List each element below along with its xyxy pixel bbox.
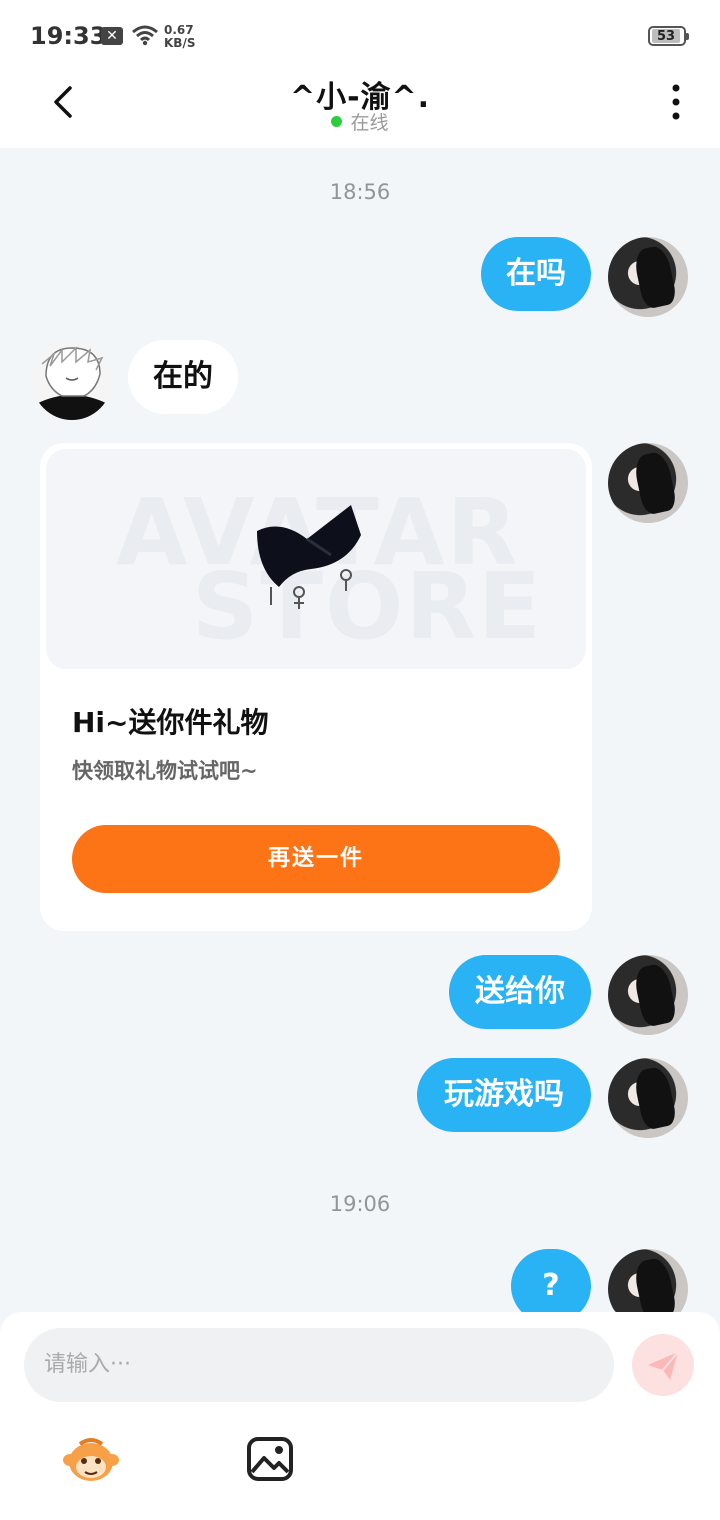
timestamp: 18:56 xyxy=(329,180,391,204)
gift-title: Hi~送你件礼物 xyxy=(72,706,269,739)
status-bar: 19:33 ✕ 0.67 KB/S 53 xyxy=(0,0,720,72)
message-input[interactable]: 请输入··· xyxy=(24,1328,614,1402)
message-bubble-sent[interactable]: 在吗 xyxy=(481,237,591,311)
gift-subtitle: 快领取礼物试试吧~ xyxy=(72,759,258,783)
choker-gift-icon xyxy=(257,505,361,609)
online-status-label: 在线 xyxy=(350,112,389,134)
gift-image: AVATAR STORE xyxy=(46,449,586,669)
my-avatar[interactable] xyxy=(608,1249,688,1313)
message-bubble-sent[interactable]: ? xyxy=(511,1249,591,1313)
send-button[interactable] xyxy=(632,1334,694,1396)
online-status: 在线 xyxy=(0,108,720,135)
my-avatar[interactable] xyxy=(608,955,688,1035)
network-speed: 0.67 KB/S xyxy=(164,23,196,50)
image-icon[interactable] xyxy=(246,1436,294,1482)
contact-avatar[interactable] xyxy=(32,340,112,420)
chat-header: ^小-渝^. 在线 xyxy=(0,72,720,148)
online-dot xyxy=(331,116,343,127)
notification-icon: ✕ xyxy=(101,27,123,45)
send-icon xyxy=(648,1351,679,1380)
battery-level: 53 xyxy=(652,29,680,44)
chat-messages[interactable]: 18:56 在吗 在的 AVATAR STORE Hi~送你件礼 xyxy=(0,148,720,1313)
message-bubble-sent[interactable]: 玩游戏吗 xyxy=(417,1058,591,1132)
more-icon[interactable] xyxy=(664,82,688,122)
battery-icon: 53 xyxy=(648,26,689,46)
gift-card[interactable]: AVATAR STORE Hi~送你件礼物 快领取礼物试试吧~ 再送一件 xyxy=(40,443,592,931)
timestamp: 19:06 xyxy=(329,1192,391,1216)
status-time: 19:33 xyxy=(30,22,107,50)
input-panel: 请输入··· xyxy=(0,1312,720,1520)
my-avatar[interactable] xyxy=(608,1058,688,1138)
message-bubble-received[interactable]: 在的 xyxy=(128,340,238,414)
send-another-gift-button[interactable]: 再送一件 xyxy=(72,825,560,893)
emoji-icon[interactable] xyxy=(62,1434,120,1484)
message-bubble-sent[interactable]: 送给你 xyxy=(449,955,591,1029)
wifi-icon xyxy=(132,25,158,46)
my-avatar[interactable] xyxy=(608,237,688,317)
my-avatar[interactable] xyxy=(608,443,688,523)
